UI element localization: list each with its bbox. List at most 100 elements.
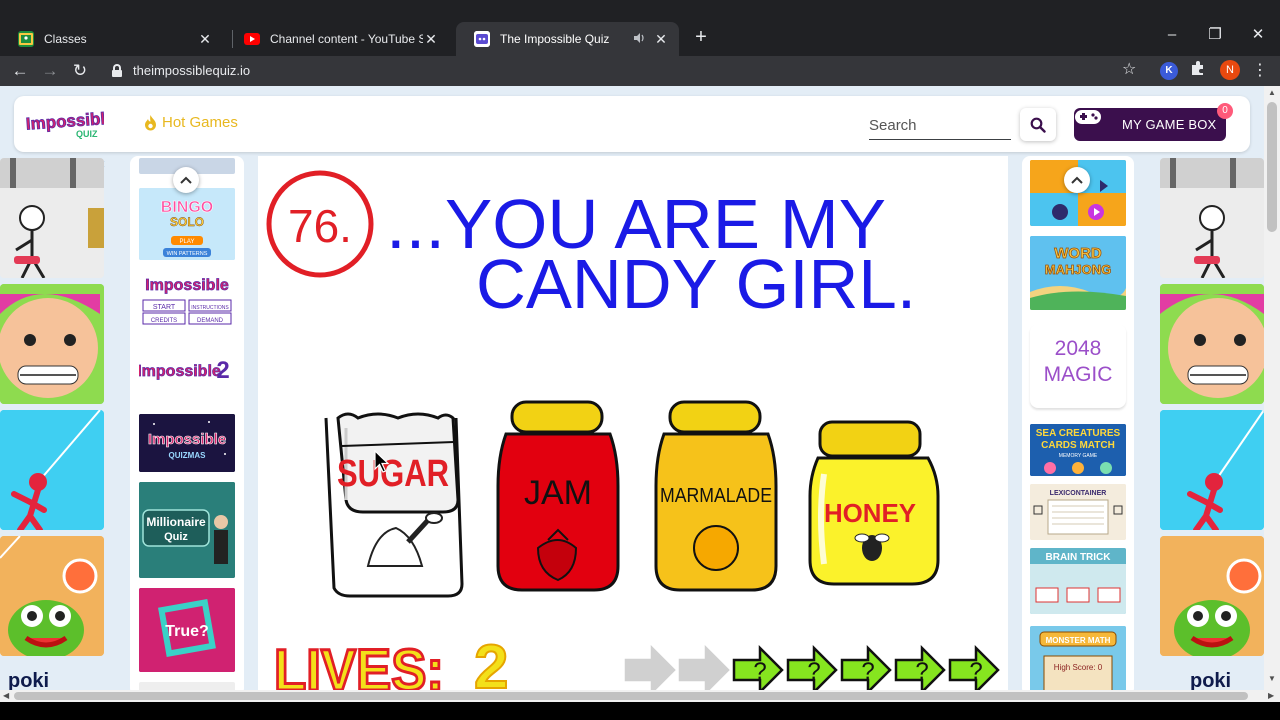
scroll-right-arrow-icon[interactable]: ▶ (1268, 691, 1274, 700)
horizontal-scrollbar[interactable]: ◀ ▶ (0, 690, 1280, 702)
tab-title: Channel content - YouTube Studio (270, 32, 423, 46)
bookmark-star-icon[interactable]: ☆ (1122, 59, 1136, 79)
my-game-box-label: MY GAME BOX (1122, 117, 1217, 132)
gamepad-icon (1075, 110, 1101, 124)
tab-classes[interactable]: Classes ✕ (0, 22, 223, 56)
ad-tile-cut-the-rope[interactable] (1160, 536, 1264, 656)
skip-arrow-used (624, 644, 676, 690)
thumb-title: BRAIN TRICK (1046, 552, 1112, 563)
rail-thumb-sea-creatures[interactable]: SEA CREATURES CARDS MATCH MEMORY GAME (1030, 424, 1126, 476)
ad-tile-cut-the-rope[interactable] (0, 536, 104, 656)
thumb-subtitle: MAGIC (1043, 363, 1113, 386)
new-tab-button[interactable]: + (690, 26, 712, 48)
answer-label: JAM (524, 474, 592, 512)
hot-games-link[interactable]: Hot Games (144, 114, 238, 131)
vertical-scrollbar[interactable]: ▲ ▼ (1264, 86, 1280, 690)
rail-thumb-word-mahjong[interactable]: WORD MAHJONG (1030, 236, 1126, 310)
address-bar[interactable]: theimpossiblequiz.io (104, 56, 1154, 86)
horizontal-scroll-thumb[interactable] (14, 692, 1248, 700)
skip-question-mark: ? (807, 658, 820, 685)
skip-arrow[interactable]: ? (732, 644, 784, 690)
site-logo[interactable]: Impossible QUIZ (24, 107, 116, 141)
classroom-icon (18, 31, 34, 47)
quiz-icon (474, 31, 490, 47)
scroll-up-button[interactable] (1064, 167, 1090, 193)
right-ad-column: poki (1160, 158, 1264, 690)
extensions-puzzle-icon[interactable] (1190, 60, 1206, 80)
menu-kebab-icon[interactable]: ⋮ (1252, 60, 1268, 80)
ad-tile-braces-kid[interactable] (1160, 284, 1264, 404)
search-input[interactable] (869, 112, 1011, 140)
speaker-icon[interactable] (633, 32, 645, 47)
youtube-icon (244, 31, 260, 47)
ad-tile-stickman-swing[interactable] (1160, 410, 1264, 530)
thumb-btn: PLAY (180, 239, 195, 245)
rail-thumb-monster-math[interactable]: MONSTER MATH High Score: 0 (1030, 626, 1126, 690)
ad-tile-stickman[interactable] (1160, 158, 1264, 278)
ad-tile-stickman-swing[interactable] (0, 410, 104, 530)
url-text[interactable]: theimpossiblequiz.io (133, 63, 250, 78)
profile-avatar[interactable]: N (1220, 60, 1240, 80)
extension-k-icon[interactable]: K (1160, 62, 1178, 80)
rail-thumb-impossible-quiz[interactable]: Impossible START INSTRUCTIONS CREDITS DE… (139, 268, 235, 330)
close-window-icon[interactable]: ✕ (1243, 24, 1273, 46)
answer-jam[interactable]: JAM (496, 400, 620, 592)
skip-arrow[interactable]: ? (786, 644, 838, 690)
rail-thumb-true-or-false[interactable]: True? (139, 588, 235, 672)
close-icon[interactable]: ✕ (653, 31, 669, 48)
thumb-subtitle: High Score: 0 (1054, 663, 1103, 672)
game-canvas[interactable]: 76. ...YOU ARE MY CANDY GIRL. SUGAR JAM … (258, 156, 1008, 690)
answer-label: SUGAR (337, 453, 449, 495)
thumb-title: Millionaire (146, 515, 206, 529)
skip-arrows: ????? (624, 644, 1000, 690)
thumb-btn: CREDITS (151, 318, 177, 324)
scroll-left-arrow-icon[interactable]: ◀ (3, 691, 9, 700)
hot-games-label: Hot Games (162, 114, 238, 131)
thumb-btn: INSTRUCTIONS (191, 305, 229, 311)
answer-marmalade[interactable]: MARMALADE (654, 400, 778, 592)
search-icon (1030, 117, 1046, 133)
tab-impossible-quiz[interactable]: The Impossible Quiz ✕ (456, 22, 679, 56)
rail-thumb-lexicontainer[interactable]: LEXICONTAINER (1030, 484, 1126, 540)
thumb-btn: DEMAND (197, 318, 224, 324)
close-icon[interactable]: ✕ (197, 31, 213, 48)
lock-icon[interactable] (112, 64, 122, 77)
reload-icon[interactable]: ↻ (68, 59, 92, 83)
rail-thumb-2048-magic[interactable]: 2048 MAGIC (1030, 324, 1126, 408)
thumb-title: WORD (1054, 245, 1102, 262)
search-button[interactable] (1020, 108, 1056, 141)
question-number: 76. (288, 200, 352, 252)
scroll-down-arrow-icon[interactable]: ▼ (1268, 674, 1276, 683)
skip-question-mark: ? (861, 658, 874, 685)
answer-sugar[interactable]: SUGAR (324, 406, 468, 598)
answer-honey[interactable]: HONEY (808, 420, 940, 586)
rail-thumb-partial[interactable] (139, 682, 235, 690)
rail-thumb-impossible-quizmas[interactable]: Impossible QUIZMAS (139, 414, 235, 472)
answer-label: HONEY (824, 498, 916, 528)
ad-tile-stickman[interactable] (0, 158, 104, 278)
poki-logo[interactable]: poki (8, 670, 49, 690)
forward-arrow-icon[interactable]: → (38, 59, 62, 83)
close-icon[interactable]: ✕ (423, 31, 439, 48)
right-game-rail: WORD MAHJONG 2048 MAGIC SEA CREATURES CA… (1022, 156, 1134, 690)
vertical-scroll-thumb[interactable] (1267, 102, 1277, 232)
skip-arrow[interactable]: ? (948, 644, 1000, 690)
ad-tile-braces-kid[interactable] (0, 284, 104, 404)
thumb-title: MONSTER MATH (1046, 636, 1111, 645)
question-number-badge: 76. (266, 170, 374, 278)
minimize-icon[interactable]: – (1157, 24, 1187, 46)
scroll-up-arrow-icon[interactable]: ▲ (1268, 88, 1276, 97)
poki-logo[interactable]: poki (1190, 670, 1231, 690)
my-game-box-button[interactable]: MY GAME BOX 0 (1074, 103, 1233, 141)
skip-arrow[interactable]: ? (840, 644, 892, 690)
rail-thumb-bingo-solo[interactable]: BINGO SOLO PLAY WIN PATTERNS (139, 188, 235, 260)
restore-icon[interactable]: ❐ (1200, 24, 1230, 46)
rail-thumb-brain-trick[interactable]: BRAIN TRICK (1030, 548, 1126, 614)
rail-thumb-millionaire-quiz[interactable]: Millionaire Quiz (139, 482, 235, 578)
back-arrow-icon[interactable]: ← (8, 59, 32, 83)
tab-youtube-studio[interactable]: Channel content - YouTube Studio ✕ (226, 22, 449, 56)
skip-arrow[interactable]: ? (894, 644, 946, 690)
rail-thumb-impossible-quiz-2[interactable]: Impossible 2 (139, 346, 235, 392)
thumb-title: Impossible (139, 363, 221, 380)
scroll-up-button[interactable] (173, 167, 199, 193)
